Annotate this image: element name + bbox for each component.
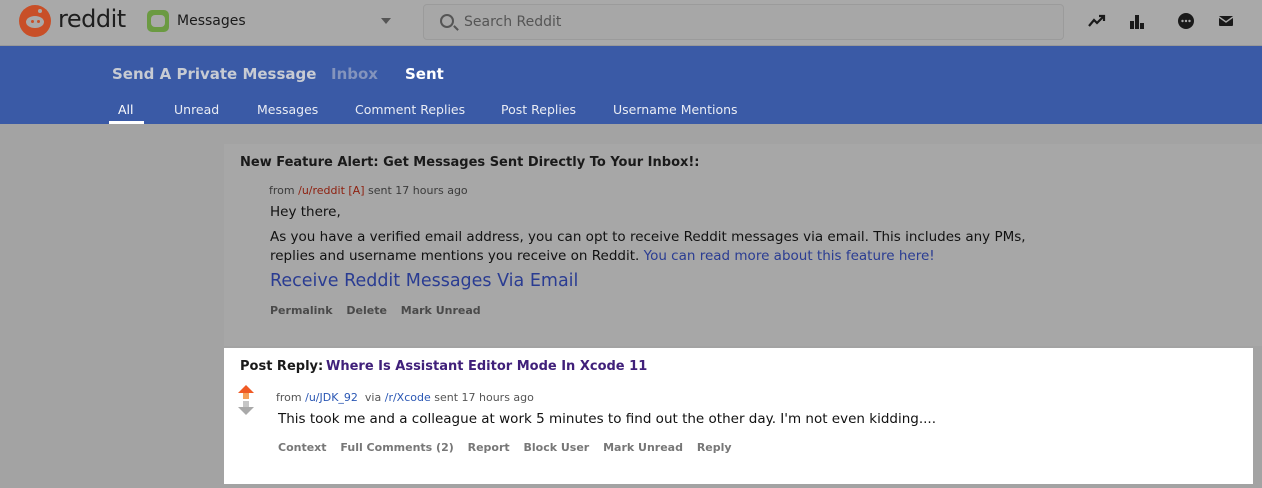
message-greeting: Hey there, — [270, 204, 341, 220]
feature-info-link[interactable]: You can read more about this feature her… — [644, 248, 935, 264]
downvote-arrow-head — [238, 407, 254, 415]
filter-tab-username-mentions[interactable]: Username Mentions — [613, 102, 738, 117]
messages-nav: Send A Private Message Inbox Sent All Un… — [0, 46, 1262, 124]
reply-button[interactable]: Reply — [697, 441, 732, 454]
filter-tab-comment-replies[interactable]: Comment Replies — [355, 102, 465, 117]
tab-inbox[interactable]: Inbox — [331, 65, 378, 83]
message-title: New Feature Alert: Get Messages Sent Dir… — [240, 155, 700, 170]
author-link[interactable]: /u/reddit — [298, 184, 345, 197]
post-reply-label: Post Reply: — [240, 359, 324, 374]
post-title-link[interactable]: Where Is Assistant Editor Mode In Xcode … — [326, 359, 647, 374]
filter-tab-messages[interactable]: Messages — [257, 102, 318, 117]
filter-tab-unread[interactable]: Unread — [174, 102, 219, 117]
filter-tab-all[interactable]: All — [118, 102, 134, 117]
message-time: sent 17 hours ago — [368, 184, 468, 197]
mark-unread-button[interactable]: Mark Unread — [603, 441, 683, 454]
upvote-arrow-icon[interactable] — [238, 385, 254, 399]
active-filter-underline — [109, 121, 144, 124]
logo-eye-left — [31, 20, 34, 23]
admin-badge: [A] — [348, 184, 365, 197]
downvote-arrow-icon[interactable] — [238, 401, 254, 415]
delete-button[interactable]: Delete — [346, 304, 387, 317]
post-reply-item: Post Reply: Where Is Assistant Editor Mo… — [224, 348, 1253, 484]
permalink-button[interactable]: Permalink — [270, 304, 333, 317]
receive-email-link[interactable]: Receive Reddit Messages Via Email — [270, 271, 578, 291]
tab-send-private-message[interactable]: Send A Private Message — [112, 65, 316, 83]
community-selector[interactable]: Messages — [147, 9, 397, 35]
chevron-down-icon — [381, 18, 391, 24]
leaderboard-icon[interactable] — [1127, 12, 1147, 32]
message-meta: from /u/reddit [A] sent 17 hours ago — [269, 184, 468, 197]
logo-face — [26, 16, 44, 28]
chat-icon[interactable] — [1176, 12, 1196, 32]
context-button[interactable]: Context — [278, 441, 327, 454]
search-bar[interactable] — [423, 4, 1064, 40]
community-label: Messages — [177, 13, 246, 29]
from-prefix: from — [276, 391, 302, 404]
logo-eye-right — [37, 20, 40, 23]
via-label: via — [364, 391, 382, 404]
reply-body: This took me and a colleague at work 5 m… — [278, 411, 937, 427]
from-prefix: from — [269, 184, 295, 197]
upvote-arrow-head — [238, 385, 254, 393]
reply-meta: from /u/JDK_92 via /r/Xcode sent 17 hour… — [276, 391, 534, 404]
reply-time: sent 17 hours ago — [434, 391, 534, 404]
full-comments-button[interactable]: Full Comments (2) — [340, 441, 453, 454]
mail-icon[interactable] — [1216, 12, 1236, 32]
message-item: New Feature Alert: Get Messages Sent Dir… — [224, 144, 1262, 346]
logo-antenna — [38, 9, 42, 13]
tab-sent[interactable]: Sent — [405, 65, 444, 83]
reply-actions: Context Full Comments (2) Report Block U… — [278, 441, 742, 454]
upvote-arrow-stem — [243, 393, 249, 399]
message-actions: Permalink Delete Mark Unread — [270, 304, 491, 317]
report-button[interactable]: Report — [468, 441, 510, 454]
reddit-wordmark[interactable]: reddit — [58, 5, 126, 33]
search-icon — [440, 14, 454, 28]
reddit-logo-icon[interactable] — [19, 5, 51, 37]
trending-icon[interactable] — [1087, 12, 1107, 32]
message-body: As you have a verified email address, yo… — [270, 228, 1060, 266]
mark-unread-button[interactable]: Mark Unread — [401, 304, 481, 317]
subreddit-link[interactable]: /r/Xcode — [385, 391, 431, 404]
author-link[interactable]: /u/JDK_92 — [305, 391, 358, 404]
filter-tab-post-replies[interactable]: Post Replies — [501, 102, 576, 117]
block-user-button[interactable]: Block User — [523, 441, 589, 454]
messages-community-icon — [147, 10, 169, 32]
top-header: reddit Messages — [0, 0, 1262, 46]
search-input[interactable] — [464, 11, 1044, 33]
